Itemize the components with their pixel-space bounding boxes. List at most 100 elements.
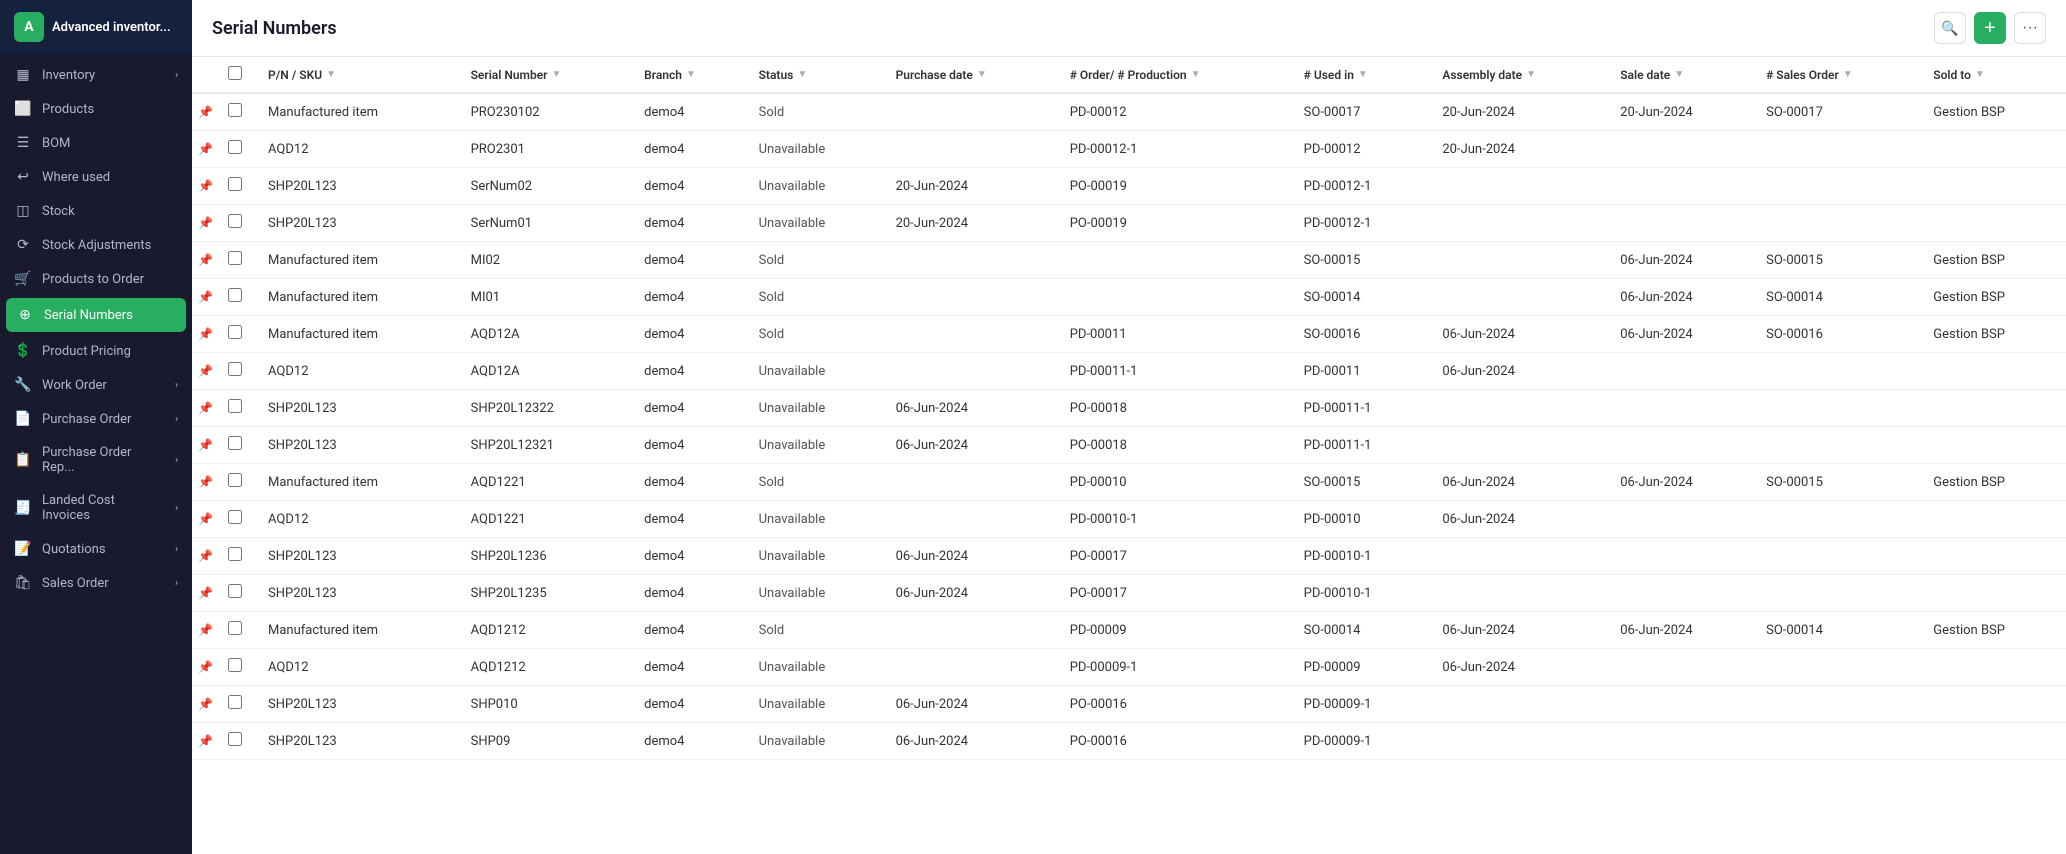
col-order-production-header[interactable]: # Order/ # Production ▼ — [1058, 57, 1292, 93]
col-status-header[interactable]: Status ▼ — [747, 57, 884, 93]
sidebar-item-sales-order[interactable]: 🛍 Sales Order › — [0, 566, 192, 600]
sidebar-item-purchase-order-rep[interactable]: 📋 Purchase Order Rep... › — [0, 436, 192, 484]
row-checkbox-8[interactable] — [228, 399, 242, 413]
col-serial-number-header[interactable]: Serial Number ▼ — [459, 57, 633, 93]
pin-icon[interactable]: 📌 — [198, 586, 213, 600]
col-used-in-header[interactable]: # Used in ▼ — [1292, 57, 1431, 93]
table-row[interactable]: 📌 SHP20L123 SerNum01 demo4 Unavailable 2… — [192, 205, 2066, 242]
sidebar-icon-where-used: ↩ — [14, 169, 32, 185]
col-purchase-date-header[interactable]: Purchase date ▼ — [884, 57, 1058, 93]
row-checkbox-1[interactable] — [228, 140, 242, 154]
table-row[interactable]: 📌 AQD12 AQD12A demo4 Unavailable PD-0001… — [192, 353, 2066, 390]
pin-icon[interactable]: 📌 — [198, 142, 213, 156]
row-checkbox-5[interactable] — [228, 288, 242, 302]
cell-order-production: PO-00018 — [1058, 390, 1292, 427]
sidebar-icon-product-pricing: 💲 — [14, 343, 32, 359]
sidebar-item-purchase-order[interactable]: 📄 Purchase Order › — [0, 402, 192, 436]
table-row[interactable]: 📌 AQD12 AQD1212 demo4 Unavailable PD-000… — [192, 649, 2066, 686]
table-row[interactable]: 📌 SHP20L123 SHP010 demo4 Unavailable 06-… — [192, 686, 2066, 723]
row-checkbox-16[interactable] — [228, 695, 242, 709]
table-row[interactable]: 📌 SHP20L123 SHP20L1235 demo4 Unavailable… — [192, 575, 2066, 612]
more-options-button[interactable]: ··· — [2014, 12, 2046, 44]
cell-assembly-date — [1430, 575, 1608, 612]
row-checkbox-2[interactable] — [228, 177, 242, 191]
row-checkbox-12[interactable] — [228, 547, 242, 561]
sidebar-item-work-order[interactable]: 🔧 Work Order › — [0, 368, 192, 402]
sort-icon-sold-to: ▼ — [1975, 69, 1985, 80]
col-branch-header[interactable]: Branch ▼ — [632, 57, 746, 93]
row-checkbox-9[interactable] — [228, 436, 242, 450]
main-content: Serial Numbers 🔍 + ··· — [192, 0, 2066, 854]
table-row[interactable]: 📌 Manufactured item AQD12A demo4 Sold PD… — [192, 316, 2066, 353]
row-checkbox-11[interactable] — [228, 510, 242, 524]
sidebar-icon-products: ⬜ — [14, 101, 32, 117]
cell-assembly-date: 06-Jun-2024 — [1430, 612, 1608, 649]
pin-icon[interactable]: 📌 — [198, 623, 213, 637]
table-row[interactable]: 📌 SHP20L123 SHP20L12321 demo4 Unavailabl… — [192, 427, 2066, 464]
pin-icon[interactable]: 📌 — [198, 660, 213, 674]
row-checkbox-14[interactable] — [228, 621, 242, 635]
sidebar-item-stock-adjustments[interactable]: ⟳ Stock Adjustments — [0, 228, 192, 262]
sidebar-item-bom[interactable]: ☰ BOM — [0, 126, 192, 160]
row-checkbox-0[interactable] — [228, 103, 242, 117]
row-checkbox-4[interactable] — [228, 251, 242, 265]
pin-icon[interactable]: 📌 — [198, 364, 213, 378]
pin-icon[interactable]: 📌 — [198, 697, 213, 711]
table-row[interactable]: 📌 Manufactured item AQD1212 demo4 Sold P… — [192, 612, 2066, 649]
table-row[interactable]: 📌 Manufactured item MI02 demo4 Sold SO-0… — [192, 242, 2066, 279]
add-button[interactable]: + — [1974, 12, 2006, 44]
row-checkbox-6[interactable] — [228, 325, 242, 339]
select-all-checkbox[interactable] — [228, 66, 242, 80]
col-assembly-date-header[interactable]: Assembly date ▼ — [1430, 57, 1608, 93]
table-row[interactable]: 📌 AQD12 AQD1221 demo4 Unavailable PD-000… — [192, 501, 2066, 538]
cell-serial-number: SHP20L1236 — [459, 538, 633, 575]
row-checkbox-7[interactable] — [228, 362, 242, 376]
pin-icon[interactable]: 📌 — [198, 327, 213, 341]
sidebar-item-stock[interactable]: ◫ Stock — [0, 194, 192, 228]
pin-icon[interactable]: 📌 — [198, 438, 213, 452]
sidebar-item-landed-cost-invoices[interactable]: 🧾 Landed Cost Invoices › — [0, 484, 192, 532]
col-sold-to-header[interactable]: Sold to ▼ — [1921, 57, 2066, 93]
search-button[interactable]: 🔍 — [1934, 12, 1966, 44]
pin-icon[interactable]: 📌 — [198, 475, 213, 489]
app-logo: A — [14, 12, 44, 42]
pin-cell: 📌 — [192, 427, 220, 464]
sidebar-item-serial-numbers[interactable]: ⊕ Serial Numbers — [6, 298, 186, 332]
sidebar-item-product-pricing[interactable]: 💲 Product Pricing — [0, 334, 192, 368]
table-row[interactable]: 📌 Manufactured item PRO230102 demo4 Sold… — [192, 93, 2066, 131]
pin-icon[interactable]: 📌 — [198, 401, 213, 415]
pin-icon[interactable]: 📌 — [198, 290, 213, 304]
cell-used-in: PD-00012 — [1292, 131, 1431, 168]
col-sale-date-header[interactable]: Sale date ▼ — [1608, 57, 1754, 93]
table-row[interactable]: 📌 Manufactured item MI01 demo4 Sold SO-0… — [192, 279, 2066, 316]
sidebar-item-products[interactable]: ⬜ Products — [0, 92, 192, 126]
table-row[interactable]: 📌 SHP20L123 SHP20L1236 demo4 Unavailable… — [192, 538, 2066, 575]
pin-icon[interactable]: 📌 — [198, 512, 213, 526]
sidebar-item-where-used[interactable]: ↩ Where used — [0, 160, 192, 194]
col-sales-order-header[interactable]: # Sales Order ▼ — [1754, 57, 1921, 93]
table-row[interactable]: 📌 AQD12 PRO2301 demo4 Unavailable PD-000… — [192, 131, 2066, 168]
pin-icon[interactable]: 📌 — [198, 549, 213, 563]
col-pn-sku-header[interactable]: P/N / SKU ▼ — [256, 57, 459, 93]
sidebar-item-quotations[interactable]: 📝 Quotations › — [0, 532, 192, 566]
row-checkbox-17[interactable] — [228, 732, 242, 746]
table-row[interactable]: 📌 SHP20L123 SHP20L12322 demo4 Unavailabl… — [192, 390, 2066, 427]
table-row[interactable]: 📌 SHP20L123 SerNum02 demo4 Unavailable 2… — [192, 168, 2066, 205]
row-checkbox-15[interactable] — [228, 658, 242, 672]
row-checkbox-13[interactable] — [228, 584, 242, 598]
row-checkbox-3[interactable] — [228, 214, 242, 228]
cell-sold-to — [1921, 131, 2066, 168]
pin-icon[interactable]: 📌 — [198, 734, 213, 748]
cell-used-in: SO-00014 — [1292, 612, 1431, 649]
cell-used-in: PD-00011-1 — [1292, 390, 1431, 427]
pin-icon[interactable]: 📌 — [198, 179, 213, 193]
row-checkbox-10[interactable] — [228, 473, 242, 487]
sidebar-item-products-to-order[interactable]: 🛒 Products to Order — [0, 262, 192, 296]
pin-icon[interactable]: 📌 — [198, 216, 213, 230]
pin-icon[interactable]: 📌 — [198, 253, 213, 267]
table-row[interactable]: 📌 Manufactured item AQD1221 demo4 Sold P… — [192, 464, 2066, 501]
pin-icon[interactable]: 📌 — [198, 105, 213, 119]
sidebar-label-inventory: Inventory — [42, 68, 165, 83]
table-row[interactable]: 📌 SHP20L123 SHP09 demo4 Unavailable 06-J… — [192, 723, 2066, 760]
sidebar-item-inventory[interactable]: ▦ Inventory › — [0, 58, 192, 92]
